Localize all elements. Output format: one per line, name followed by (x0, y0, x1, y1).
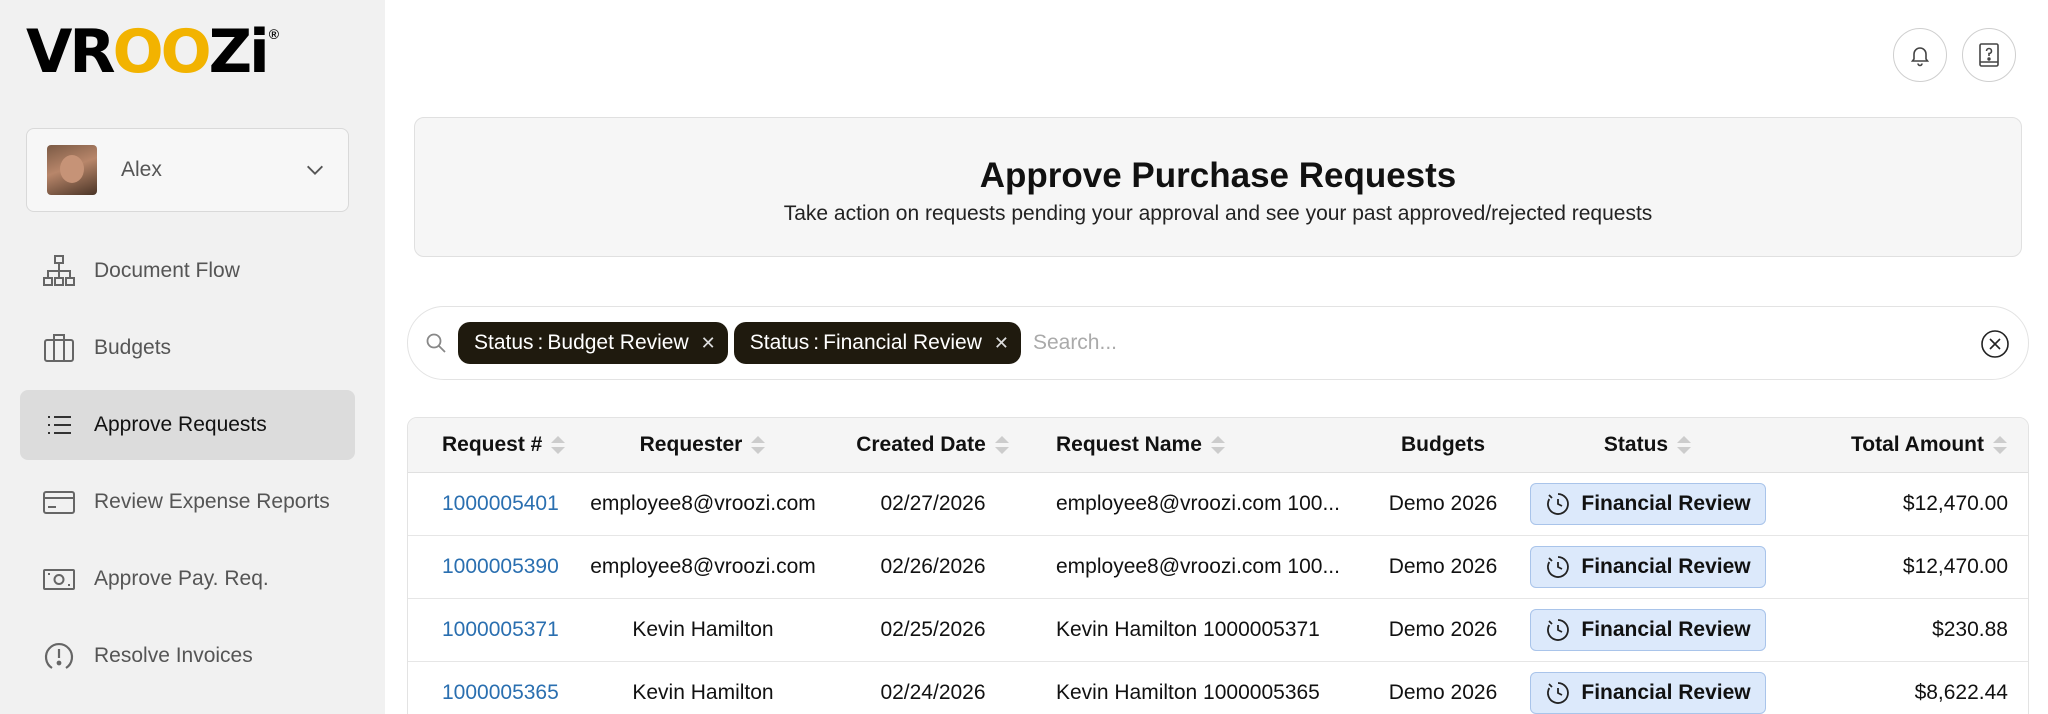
total-amount-cell: $12,470.00 (1778, 472, 2028, 536)
sidebar-item-document-flow[interactable]: Document Flow (20, 236, 355, 306)
bell-icon (1910, 47, 1930, 67)
sidebar-item-label: Budgets (94, 336, 172, 359)
requests-table: Request # Requester Created Date Request… (407, 417, 2029, 714)
filter-chip-status-budget-review: Status: Budget Review ✕ (458, 322, 728, 364)
request-name-cell: Kevin Hamilton 1000005371 (1038, 598, 1368, 662)
created-date-cell: 02/26/2026 (828, 535, 1038, 599)
status-cell: Financial Review (1518, 661, 1778, 714)
sidebar-item-approve-pay-req[interactable]: Approve Pay. Req. (20, 544, 355, 614)
status-cell: Financial Review (1518, 472, 1778, 536)
search-input[interactable] (1032, 331, 1933, 355)
sidebar-item-label: Approve Requests (94, 413, 267, 436)
table-row[interactable]: 1000005401 employee8@vroozi.com 02/27/20… (408, 472, 2028, 536)
request-number-link[interactable]: 1000005365 (408, 661, 578, 714)
total-amount-cell: $12,470.00 (1778, 535, 2028, 599)
column-header-created-date[interactable]: Created Date (828, 418, 1038, 473)
column-header-requester[interactable]: Requester (578, 418, 828, 473)
sidebar-item-label: Document Flow (94, 259, 240, 282)
requester-cell: employee8@vroozi.com (578, 535, 828, 599)
request-name-cell: Kevin Hamilton 1000005365 (1038, 661, 1368, 714)
sidebar-item-approve-requests[interactable]: Approve Requests (20, 390, 355, 460)
column-header-request-name[interactable]: Request Name (1038, 418, 1368, 473)
sort-icon (1210, 435, 1225, 454)
sidebar: VROOZi ® Alex Document Flow Budgets Appr… (0, 0, 385, 714)
budgets-cell: Demo 2026 (1368, 472, 1518, 536)
sidebar-item-resolve-invoices[interactable]: Resolve Invoices (20, 621, 355, 691)
budgets-cell: Demo 2026 (1368, 535, 1518, 599)
user-menu[interactable]: Alex (26, 128, 349, 212)
table-header-row: Request # Requester Created Date Request… (408, 418, 2028, 473)
sort-icon (551, 435, 566, 454)
request-number-link[interactable]: 1000005390 (408, 535, 578, 599)
column-header-budgets: Budgets (1368, 418, 1518, 473)
filter-chip-status-financial-review: Status: Financial Review ✕ (733, 322, 1021, 364)
sort-icon (751, 435, 766, 454)
request-name-cell: employee8@vroozi.com 100... (1038, 535, 1368, 599)
created-date-cell: 02/24/2026 (828, 661, 1038, 714)
search-bar: Status: Budget Review ✕ Status: Financial … (407, 306, 2029, 380)
clock-pending-icon (1547, 618, 1570, 641)
notifications-button[interactable] (1893, 28, 1947, 82)
sort-icon (1993, 435, 2007, 454)
sort-icon (994, 435, 1009, 454)
budgets-cell: Demo 2026 (1368, 661, 1518, 714)
request-number-link[interactable]: 1000005371 (408, 598, 578, 662)
help-button[interactable] (1962, 28, 2016, 82)
status-cell: Financial Review (1518, 598, 1778, 662)
close-icon[interactable]: ✕ (701, 333, 716, 354)
list-icon (42, 408, 76, 442)
money-icon (42, 562, 76, 596)
request-number-link[interactable]: 1000005401 (408, 472, 578, 536)
alert-icon (42, 639, 76, 673)
sidebar-item-label: Resolve Invoices (94, 644, 253, 667)
user-name: Alex (121, 158, 162, 181)
created-date-cell: 02/27/2026 (828, 472, 1038, 536)
clear-search-icon[interactable] (1980, 329, 2010, 359)
status-badge: Financial Review (1530, 608, 1766, 651)
status-cell: Financial Review (1518, 535, 1778, 599)
sidebar-item-review-expense-reports[interactable]: Review Expense Reports (20, 467, 355, 537)
requester-cell: Kevin Hamilton (578, 598, 828, 662)
page-subtitle: Take action on requests pending your app… (783, 202, 1653, 225)
table-row[interactable]: 1000005390 employee8@vroozi.com 02/26/20… (408, 535, 2028, 599)
sidebar-item-label: Review Expense Reports (94, 490, 330, 513)
total-amount-cell: $230.88 (1778, 598, 2028, 662)
requester-cell: employee8@vroozi.com (578, 472, 828, 536)
requester-cell: Kevin Hamilton (578, 661, 828, 714)
status-badge: Financial Review (1530, 671, 1766, 714)
clock-pending-icon (1547, 555, 1570, 578)
sitemap-icon (42, 254, 76, 288)
total-amount-cell: $8,622.44 (1778, 661, 2028, 714)
column-header-status[interactable]: Status (1518, 418, 1778, 473)
request-name-cell: employee8@vroozi.com 100... (1038, 472, 1368, 536)
sidebar-nav: Document Flow Budgets Approve Requests R… (20, 236, 355, 698)
column-header-request-no[interactable]: Request # (408, 418, 578, 473)
chevron-down-icon (307, 165, 323, 175)
help-book-icon (1979, 43, 1999, 67)
close-icon[interactable]: ✕ (994, 333, 1009, 354)
search-icon (426, 333, 446, 353)
sidebar-item-label: Approve Pay. Req. (94, 567, 269, 590)
clock-pending-icon (1547, 681, 1570, 704)
sidebar-item-budgets[interactable]: Budgets (20, 313, 355, 383)
avatar (47, 145, 97, 195)
page-header-panel: Approve Purchase Requests Take action on… (414, 117, 2022, 257)
created-date-cell: 02/25/2026 (828, 598, 1038, 662)
table-row[interactable]: 1000005365 Kevin Hamilton 02/24/2026 Kev… (408, 661, 2028, 714)
briefcase-icon (42, 331, 76, 365)
status-badge: Financial Review (1530, 482, 1766, 525)
column-header-total-amount[interactable]: Total Amount (1778, 418, 2028, 473)
page-title: Approve Purchase Requests (979, 156, 1457, 195)
status-badge: Financial Review (1530, 545, 1766, 588)
table-row[interactable]: 1000005371 Kevin Hamilton 02/25/2026 Kev… (408, 598, 2028, 662)
clock-pending-icon (1547, 492, 1570, 515)
budgets-cell: Demo 2026 (1368, 598, 1518, 662)
sort-icon (1677, 435, 1692, 454)
vroozi-logo[interactable]: VROOZi ® (26, 22, 279, 82)
credit-card-icon (42, 485, 76, 519)
